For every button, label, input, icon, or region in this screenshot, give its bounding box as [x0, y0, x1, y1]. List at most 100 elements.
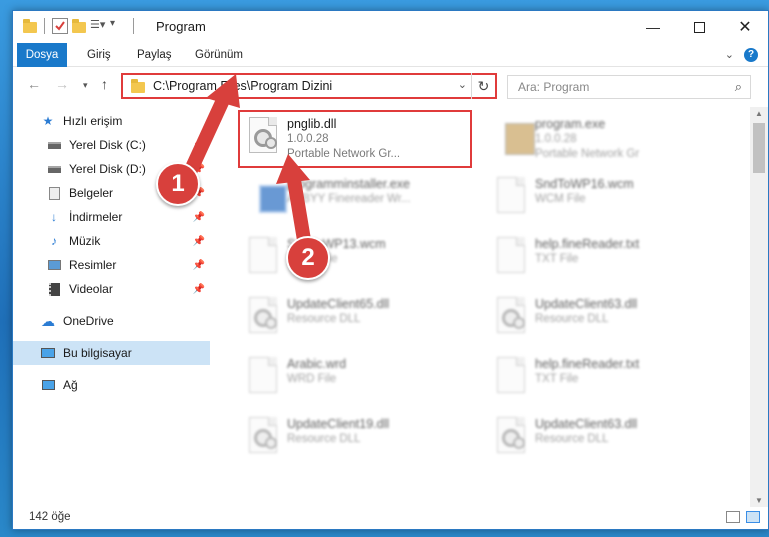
refresh-icon[interactable]: ↻ [471, 73, 495, 99]
sidebar-item-local-disk-c[interactable]: Yerel Disk (C:) 📌 [13, 133, 210, 157]
file-name: help.fineReader.txt [535, 237, 640, 251]
view-options-icon[interactable]: ☰▾ [90, 18, 106, 34]
scroll-up-icon[interactable]: ▲ [755, 109, 763, 118]
large-icons-view-icon[interactable] [746, 511, 760, 523]
dll-icon [493, 417, 529, 461]
highlight-box [238, 110, 472, 168]
file-type: Portable Network Gr [535, 148, 640, 160]
sidebar-item-label: Videolar [69, 282, 113, 296]
dll-icon [245, 417, 281, 461]
sidebar-item-label: Ağ [63, 378, 78, 392]
file-type: Resource DLL [535, 313, 609, 325]
star-icon: ★ [42, 114, 54, 128]
divider [133, 18, 134, 34]
navigation-bar: ← → ▾ ↑ C:\Program Files\Program Dizini … [13, 67, 768, 103]
sidebar-item-videos[interactable]: Videolar 📌 [13, 277, 210, 301]
file-item[interactable]: UpdateClient65.dll Resource DLL [235, 291, 475, 347]
recent-locations-icon[interactable]: ▾ [83, 80, 88, 91]
drive-icon [47, 138, 61, 152]
tab-file[interactable]: Dosya [17, 43, 67, 67]
sidebar-item-network[interactable]: Ağ [13, 373, 210, 397]
expand-ribbon-icon[interactable]: ⌄ [725, 48, 734, 62]
file-name: SndToWP16.wcm [535, 177, 634, 191]
minimize-button[interactable]: — [630, 11, 676, 43]
customize-toolbar-icon[interactable]: ▾ [110, 18, 126, 34]
dll-icon [245, 297, 281, 341]
new-folder-icon[interactable] [72, 19, 86, 33]
annotation-badge-1: 1 [156, 162, 200, 206]
search-input[interactable]: Ara: Program ⌕ [507, 75, 751, 99]
tab-share[interactable]: Paylaş [137, 43, 172, 67]
computer-icon [41, 346, 55, 360]
file-item[interactable]: program.exe 1.0.0.28 Portable Network Gr [483, 111, 723, 167]
folder-icon [131, 79, 145, 93]
doc-icon [493, 177, 529, 221]
file-type: WCM File [535, 193, 586, 205]
file-item[interactable]: help.fineReader.txt TXT File [483, 231, 723, 287]
forward-arrow-icon[interactable]: → [55, 76, 69, 92]
doc-icon [493, 237, 529, 281]
sidebar-item-downloads[interactable]: ↓ İndirmeler 📌 [13, 205, 210, 229]
installer-icon [245, 177, 287, 221]
file-name: help.fineReader.txt [535, 357, 640, 371]
search-icon[interactable]: ⌕ [735, 79, 742, 95]
address-dropdown-icon[interactable]: ⌄ [458, 78, 467, 91]
maximize-icon [693, 21, 705, 33]
pin-icon[interactable]: 📌 [193, 140, 205, 151]
sidebar-item-label: Resimler [69, 258, 117, 272]
file-item[interactable]: help.fineReader.txt TXT File [483, 351, 723, 407]
network-icon [41, 378, 55, 392]
pin-icon[interactable]: 📌 [193, 212, 205, 223]
file-item[interactable]: UpdateClient19.dll Resource DLL [235, 411, 475, 467]
file-version: 1.0.0.28 [535, 133, 577, 145]
cloud-icon: ☁ [41, 312, 55, 329]
help-icon[interactable]: ? [744, 48, 758, 62]
doc-icon [493, 357, 529, 401]
vertical-scrollbar[interactable]: ▲ ▼ [750, 107, 768, 507]
sidebar-item-music[interactable]: ♪ Müzik 📌 [13, 229, 210, 253]
address-bar[interactable]: C:\Program Files\Program Dizini ⌄ ↻ [121, 73, 497, 99]
pin-icon[interactable]: 📌 [193, 260, 205, 271]
back-arrow-icon[interactable]: ← [27, 76, 41, 92]
address-path[interactable]: C:\Program Files\Program Dizini [153, 79, 332, 93]
file-type: Resource DLL [287, 433, 361, 445]
tab-home[interactable]: Giriş [87, 43, 111, 67]
file-type: WRD File [287, 373, 337, 385]
file-item[interactable]: Arabic.wrd WRD File [235, 351, 475, 407]
window-title: Program [156, 19, 206, 34]
file-type: TXT File [535, 253, 579, 265]
file-name: programminstaller.exe [287, 177, 410, 191]
status-bar: 142 öğe [13, 507, 768, 529]
file-item[interactable]: SndToWP16.wcm WCM File [483, 171, 723, 227]
properties-icon[interactable] [52, 18, 68, 34]
file-item[interactable]: programminstaller.exe ABBYY Finereader W… [235, 171, 475, 227]
up-arrow-icon[interactable]: ↑ [101, 76, 108, 92]
file-item[interactable]: UpdateClient63.dll Resource DLL [483, 411, 723, 467]
maximize-button[interactable] [676, 11, 722, 43]
sidebar-item-onedrive[interactable]: ☁ OneDrive [13, 309, 210, 333]
sidebar-item-label: Müzik [69, 234, 101, 248]
drive-icon [47, 162, 61, 176]
sidebar-item-this-pc[interactable]: Bu bilgisayar [13, 341, 210, 365]
divider [44, 18, 45, 34]
file-type: Resource DLL [287, 313, 361, 325]
doc-icon [245, 357, 281, 401]
scroll-down-icon[interactable]: ▼ [755, 496, 763, 505]
details-view-icon[interactable] [726, 511, 740, 523]
pin-icon[interactable]: 📌 [193, 236, 205, 247]
pictures-icon [47, 258, 61, 272]
close-button[interactable]: ✕ [722, 11, 768, 43]
documents-icon [47, 186, 61, 200]
sidebar-item-label: İndirmeler [69, 210, 123, 224]
sidebar-item-pictures[interactable]: Resimler 📌 [13, 253, 210, 277]
explorer-window: ☰▾ ▾ Program — ✕ Dosya Giriş Paylaş Görü… [12, 10, 769, 530]
ribbon: Dosya Giriş Paylaş Görünüm ⌄ ? [13, 43, 768, 67]
scroll-thumb[interactable] [753, 123, 765, 173]
tab-view[interactable]: Görünüm [195, 43, 243, 67]
file-item[interactable]: UpdateClient63.dll Resource DLL [483, 291, 723, 347]
file-name: UpdateClient63.dll [535, 417, 638, 431]
videos-icon [47, 282, 61, 296]
pin-icon[interactable]: 📌 [193, 284, 205, 295]
file-item[interactable]: SndToWP13.wcm WCM File [235, 231, 475, 287]
sidebar-item-quick-access[interactable]: ★ Hızlı erişim [13, 109, 210, 133]
